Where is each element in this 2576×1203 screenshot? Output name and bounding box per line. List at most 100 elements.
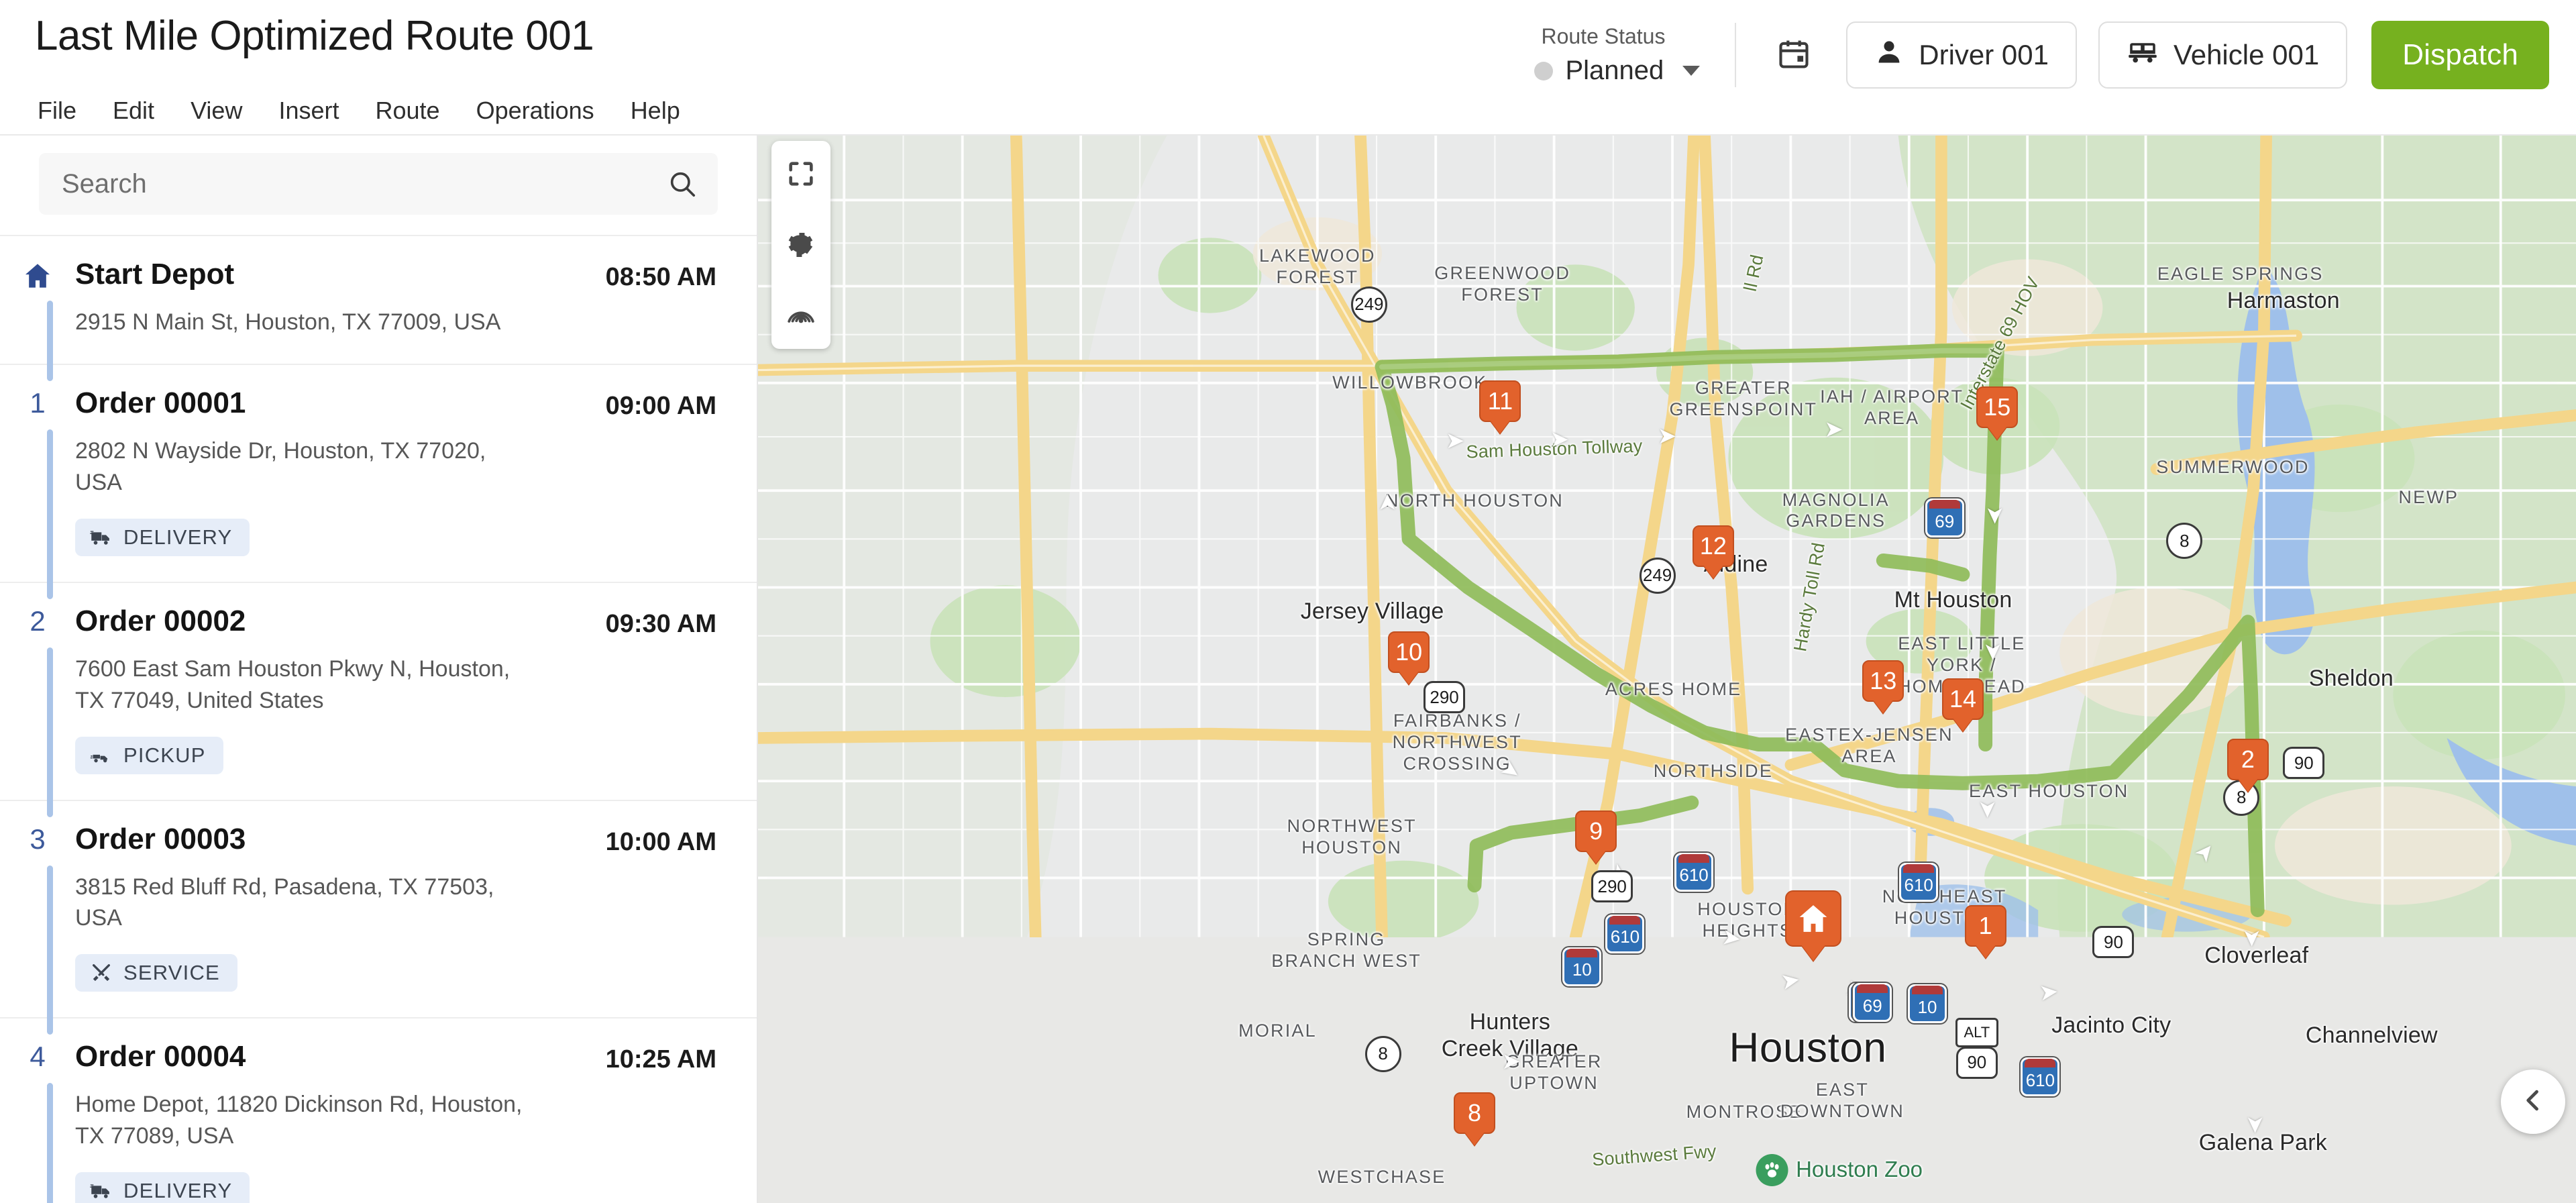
stop-sequence-number: 2 xyxy=(30,605,46,637)
map-stop-pin-label: 1 xyxy=(1964,904,2006,947)
route-direction-arrow: ➤ xyxy=(2239,928,2265,948)
stop-eta: 10:25 AM xyxy=(605,1045,716,1074)
vehicle-button[interactable]: Vehicle 001 xyxy=(2098,21,2348,89)
stop-list-item[interactable]: 2 Order 00002 09:30 AM 7600 East Sam Housto… xyxy=(0,583,757,817)
route-map[interactable]: LAKEWOOD FOREST GREENWOOD FOREST EAGLE SPR… xyxy=(758,136,2576,1203)
app-header: Last Mile Optimized Route 001 File Edit … xyxy=(0,0,2576,136)
stop-list-item[interactable]: Start Depot 08:50 AM 2915 N Main St, Houst… xyxy=(0,236,757,381)
collapse-panel-button[interactable] xyxy=(2501,1069,2565,1134)
map-stop-pin[interactable]: 15 xyxy=(1976,386,2019,439)
driver-button[interactable]: Driver 001 xyxy=(1846,21,2078,89)
route-direction-arrow: ➤ xyxy=(1657,423,1677,450)
map-stop-pin[interactable]: 10 xyxy=(1388,631,1430,684)
map-stop-pin-label: 11 xyxy=(1479,380,1521,423)
stop-type-badge: SERVICE xyxy=(75,954,237,992)
stop-list[interactable]: Start Depot 08:50 AM 2915 N Main St, Houst… xyxy=(0,235,757,1203)
map-stop-pin-label: 12 xyxy=(1692,525,1734,567)
stop-sequence-number: 1 xyxy=(30,386,46,419)
route-direction-arrow: ➤ xyxy=(1603,857,1634,890)
stop-type-label: SERVICE xyxy=(123,961,220,985)
menu-item-edit[interactable]: Edit xyxy=(113,94,173,127)
route-direction-arrow: ➤ xyxy=(2243,1114,2269,1134)
header-actions: Route Status Planned Driver 001 Vehicle … xyxy=(1534,15,2549,95)
route-direction-arrow: ➤ xyxy=(1824,416,1843,442)
gear-icon[interactable] xyxy=(780,224,822,266)
stop-marker: 3 xyxy=(0,824,75,853)
app-body: Start Depot 08:50 AM 2915 N Main St, Houst… xyxy=(0,136,2576,1203)
menu-item-route[interactable]: Route xyxy=(376,94,459,127)
map-stop-pin-label: 13 xyxy=(1862,660,1904,702)
menu-item-insert[interactable]: Insert xyxy=(278,94,358,127)
home-icon xyxy=(1785,890,1842,947)
route-direction-arrow: ➤ xyxy=(1445,427,1465,454)
home-icon xyxy=(22,260,53,291)
map-stop-pin[interactable]: 8 xyxy=(1453,1092,1495,1146)
map-stop-pin[interactable]: 13 xyxy=(1862,660,1904,713)
map-stop-pin[interactable]: 1 xyxy=(1964,904,2006,958)
route-status-value: Planned xyxy=(1565,56,1664,85)
search-box[interactable] xyxy=(39,153,718,215)
stop-eta: 09:00 AM xyxy=(605,391,716,420)
stop-type-badge: PICKUP xyxy=(75,736,223,774)
menu-item-help[interactable]: Help xyxy=(631,94,699,127)
search-icon[interactable] xyxy=(667,168,698,199)
map-stop-pin[interactable]: 9 xyxy=(1575,810,1617,864)
pin-tail xyxy=(1490,420,1511,434)
stop-address: 7600 East Sam Houston Pkwy N, Houston, T… xyxy=(75,656,511,713)
pin-tail xyxy=(1399,670,1419,684)
delivery-truck-icon xyxy=(90,1180,113,1202)
pin-tail xyxy=(1801,944,1826,961)
calendar-button[interactable] xyxy=(1763,24,1825,86)
menu-item-view[interactable]: View xyxy=(191,94,261,127)
stop-type-label: DELIVERY xyxy=(123,1179,233,1203)
stop-eta: 10:00 AM xyxy=(605,827,716,856)
stop-type-badge: DELIVERY xyxy=(75,1172,250,1203)
wrench-screwdriver-icon xyxy=(90,961,113,984)
search-section xyxy=(0,136,757,235)
stop-list-item[interactable]: 1 Order 00001 09:00 AM 2802 N Wayside Dr, H… xyxy=(0,365,757,599)
dispatch-button[interactable]: Dispatch xyxy=(2371,21,2549,89)
stop-address: 2915 N Main St, Houston, TX 77009, USA xyxy=(75,309,501,335)
map-stop-pin-label: 2 xyxy=(2226,739,2269,780)
route-direction-arrow: ➤ xyxy=(1980,641,2006,662)
menu-item-operations[interactable]: Operations xyxy=(476,94,613,127)
map-stop-pin-label: 15 xyxy=(1976,386,2019,428)
stop-list-item[interactable]: 4 Order 00004 10:25 AM Home Depot, 11820 Di… xyxy=(0,1018,757,1203)
map-stop-pin[interactable]: 12 xyxy=(1692,525,1734,578)
stop-type-label: DELIVERY xyxy=(123,525,233,549)
stop-eta: 08:50 AM xyxy=(605,263,716,291)
live-tracking-icon[interactable] xyxy=(780,295,822,337)
route-direction-arrow: ➤ xyxy=(1982,505,2008,525)
stop-header: 2 Order 00002 09:30 AM xyxy=(0,604,716,639)
chevron-down-icon xyxy=(1682,66,1701,76)
pin-tail xyxy=(1586,849,1607,864)
delivery-truck-icon xyxy=(90,526,113,549)
stop-marker xyxy=(0,259,75,291)
route-direction-arrow: ➤ xyxy=(1779,966,1803,996)
pin-tail xyxy=(1952,718,1973,732)
person-icon xyxy=(1874,37,1904,73)
map-stop-pin-label: 14 xyxy=(1941,678,1984,721)
pin-tail xyxy=(1703,564,1723,578)
stop-title: Order 00002 xyxy=(75,604,246,637)
map-depot-pin[interactable] xyxy=(1785,890,1842,961)
menu-item-file[interactable]: File xyxy=(38,94,95,127)
stop-sequence-number: 3 xyxy=(30,823,46,855)
route-arrow-layer: ➤ ➤ ➤ ➤ ➤ ➤ ➤ ➤ ➤ ➤ ➤ ➤ ➤ ➤ ➤ ➤ ➤ ➤ xyxy=(758,136,2576,1203)
route-direction-arrow: ➤ xyxy=(1842,974,1869,1005)
stop-title: Order 00004 xyxy=(75,1040,246,1074)
stop-header: 3 Order 00003 10:00 AM xyxy=(0,823,716,857)
stop-list-item[interactable]: 3 Order 00003 10:00 AM 3815 Red Bluff Rd, P… xyxy=(0,801,757,1035)
stop-header: 4 Order 00004 10:25 AM xyxy=(0,1041,716,1074)
map-stop-pin[interactable]: 11 xyxy=(1479,380,1521,434)
map-stop-pin[interactable]: 14 xyxy=(1941,678,1984,732)
route-status-label: Route Status xyxy=(1541,24,1666,48)
search-input[interactable] xyxy=(62,168,667,199)
route-status-block: Route Status Planned xyxy=(1534,18,1701,92)
fullscreen-icon[interactable] xyxy=(780,153,822,195)
map-stop-pin[interactable]: 2 xyxy=(2226,739,2269,792)
pin-tail xyxy=(1987,425,2008,439)
chevron-left-icon xyxy=(2518,1086,2548,1118)
route-status-select[interactable]: Planned xyxy=(1534,56,1701,86)
map-controls xyxy=(771,141,830,349)
